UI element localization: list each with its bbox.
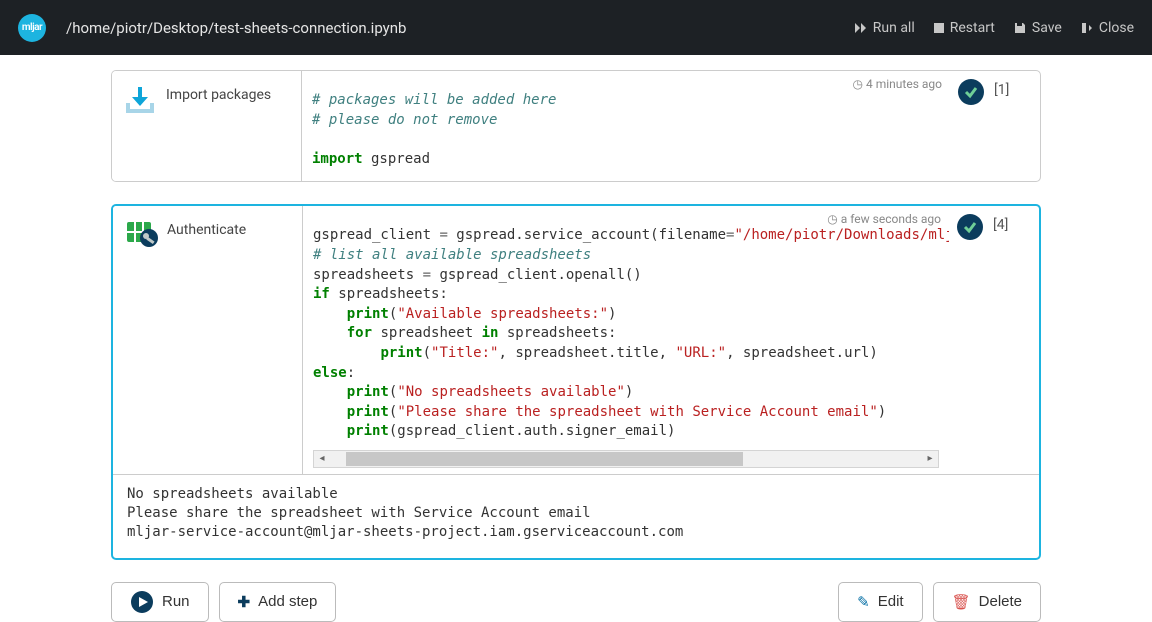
horizontal-scrollbar[interactable]: ◂ ▸ [313, 450, 939, 468]
close-label: Close [1099, 20, 1134, 36]
success-badge [957, 214, 983, 240]
add-step-button[interactable]: ✚ Add step [219, 582, 337, 622]
run-label: Run [162, 593, 190, 610]
code-editor[interactable]: gspread_client = gspread.service_account… [303, 226, 949, 448]
save-icon [1013, 21, 1027, 35]
delete-label: Delete [979, 593, 1022, 610]
spreadsheet-key-icon [123, 216, 159, 252]
download-icon [122, 81, 158, 117]
run-all-icon [854, 21, 868, 35]
execution-count: [1] [994, 79, 1009, 98]
play-icon [130, 590, 154, 614]
add-step-label: Add step [258, 593, 317, 610]
delete-button[interactable]: 🗑 Delete [933, 582, 1041, 622]
pencil-icon: ✎ [857, 593, 870, 611]
cell-authenticate[interactable]: Authenticate ◷ a few seconds ago gspread… [111, 204, 1041, 559]
run-all-button[interactable]: Run all [854, 20, 915, 36]
restart-button[interactable]: Restart [933, 20, 995, 36]
cell-output: No spreadsheets available Please share t… [113, 474, 1039, 558]
cell-timestamp: ◷ 4 minutes ago [302, 77, 950, 91]
logout-icon [1080, 21, 1094, 35]
code-editor[interactable]: # packages will be added here # please d… [302, 91, 950, 175]
cell-label: Authenticate [167, 216, 246, 238]
edit-label: Edit [878, 593, 904, 610]
scroll-left-arrow[interactable]: ◂ [314, 453, 330, 464]
execution-count: [4] [993, 214, 1008, 233]
scroll-thumb[interactable] [346, 452, 743, 466]
scroll-right-arrow[interactable]: ▸ [922, 453, 938, 464]
trash-icon: 🗑 [952, 593, 971, 611]
run-all-label: Run all [873, 20, 915, 36]
plus-icon: ✚ [238, 593, 251, 611]
cell-label: Import packages [166, 81, 271, 103]
cell-timestamp: ◷ a few seconds ago [303, 212, 949, 226]
save-button[interactable]: Save [1013, 20, 1062, 36]
clock-icon: ◷ [827, 212, 837, 226]
notebook-path: /home/piotr/Desktop/test-sheets-connecti… [66, 19, 406, 37]
cell-import-packages[interactable]: Import packages ◷ 4 minutes ago # packag… [111, 70, 1041, 182]
cell-toolbar: Run ✚ Add step ✎ Edit 🗑 Delete [111, 582, 1041, 622]
save-label: Save [1032, 20, 1062, 36]
clock-icon: ◷ [853, 77, 863, 91]
close-button[interactable]: Close [1080, 20, 1134, 36]
restart-label: Restart [950, 20, 995, 36]
success-badge [958, 79, 984, 105]
top-bar: mljar /home/piotr/Desktop/test-sheets-co… [0, 0, 1152, 55]
mljar-logo: mljar [18, 14, 46, 42]
stop-icon [933, 22, 945, 34]
edit-button[interactable]: ✎ Edit [838, 582, 922, 622]
run-button[interactable]: Run [111, 582, 209, 622]
